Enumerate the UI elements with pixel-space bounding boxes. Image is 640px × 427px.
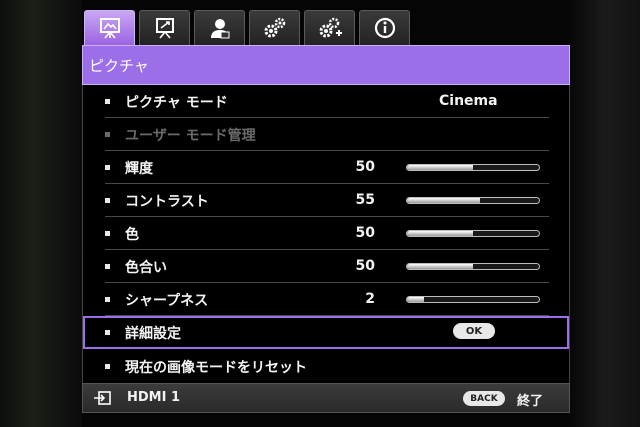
menu-item-label: ピクチャ モード (125, 95, 228, 111)
back-button[interactable]: BACK (463, 391, 505, 406)
bullet (105, 364, 110, 369)
slider-fill (407, 231, 473, 236)
settings-gears-icon (264, 17, 285, 38)
menu-item-label: 色 (125, 227, 139, 243)
ok-button[interactable]: OK (453, 323, 495, 339)
tab-advanced-settings[interactable] (304, 10, 355, 45)
status-bar: HDMI 1 BACK 終了 (82, 383, 570, 413)
menu-item-advanced-settings[interactable]: 詳細設定 OK (83, 316, 569, 349)
slider-fill (407, 264, 473, 269)
bullet (105, 132, 110, 137)
menu-item-picture-mode[interactable]: ピクチャ モード Cinema (83, 85, 569, 118)
contrast-slider[interactable] (406, 197, 540, 204)
tab-bar (82, 8, 570, 45)
tab-system-settings[interactable] (249, 10, 300, 45)
tint-value: 50 (355, 258, 375, 274)
info-icon (374, 17, 395, 39)
tab-info[interactable] (359, 10, 410, 45)
picture-icon (99, 18, 120, 39)
slider-fill (407, 165, 473, 170)
tab-display[interactable] (139, 10, 190, 45)
advanced-settings-icon (319, 17, 342, 38)
bullet (105, 231, 110, 236)
bullet (105, 264, 110, 269)
color-slider[interactable] (406, 230, 540, 237)
brightness-value: 50 (355, 159, 375, 175)
bullet (105, 165, 110, 170)
color-value: 50 (355, 225, 375, 241)
tab-picture[interactable] (84, 10, 135, 45)
menu-item-user-mode: ユーザー モード管理 (83, 118, 569, 151)
menu-item-color[interactable]: 色 50 (83, 217, 569, 250)
menu-item-tint[interactable]: 色合い 50 (83, 250, 569, 283)
menu-list: ピクチャ モード Cinema ユーザー モード管理 輝度 50 コントラスト … (82, 85, 570, 383)
display-icon (155, 18, 174, 39)
tab-user[interactable] (194, 10, 245, 45)
menu-item-label: 色合い (125, 260, 167, 276)
contrast-value: 55 (355, 192, 375, 208)
input-source-icon (94, 391, 111, 405)
bullet (105, 297, 110, 302)
menu-item-label: シャープネス (125, 293, 209, 309)
menu-item-sharpness[interactable]: シャープネス 2 (83, 283, 569, 316)
slider-fill (407, 297, 425, 302)
background-left (0, 0, 82, 427)
bullet (105, 198, 110, 203)
exit-label: 終了 (517, 394, 544, 409)
menu-item-contrast[interactable]: コントラスト 55 (83, 184, 569, 217)
bullet (105, 330, 110, 335)
menu-item-label: 詳細設定 (125, 326, 181, 342)
menu-item-label: ユーザー モード管理 (125, 128, 256, 144)
background-right (568, 0, 640, 427)
bullet (105, 99, 110, 104)
osd-menu: ピクチャ ピクチャ モード Cinema ユーザー モード管理 輝度 50 コン… (82, 8, 570, 413)
menu-item-reset-picture-mode[interactable]: 現在の画像モードをリセット (83, 350, 569, 383)
slider-fill (407, 198, 480, 203)
tint-slider[interactable] (406, 263, 540, 270)
sharpness-value: 2 (365, 291, 375, 307)
menu-item-label: コントラスト (125, 194, 209, 210)
picture-mode-value: Cinema (439, 93, 498, 109)
menu-item-label: 輝度 (125, 161, 153, 177)
page-title: ピクチャ (82, 45, 570, 85)
user-icon (210, 19, 229, 39)
menu-item-label: 現在の画像モードをリセット (125, 360, 307, 376)
input-source-label: HDMI 1 (127, 390, 181, 405)
brightness-slider[interactable] (406, 164, 540, 171)
menu-item-brightness[interactable]: 輝度 50 (83, 151, 569, 184)
sharpness-slider[interactable] (406, 296, 540, 303)
